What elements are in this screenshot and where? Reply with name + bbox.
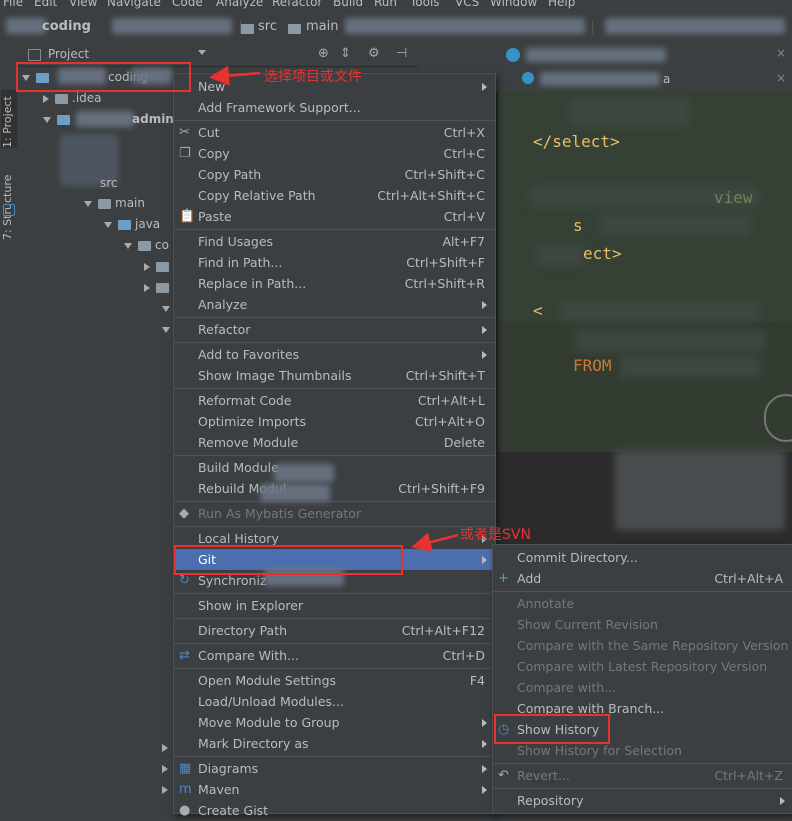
annotation-arrows xyxy=(209,65,459,552)
annotation-or-svn: 或者是SVN xyxy=(460,527,531,543)
annotation-select-project: 选择项目或文件 xyxy=(264,69,362,85)
